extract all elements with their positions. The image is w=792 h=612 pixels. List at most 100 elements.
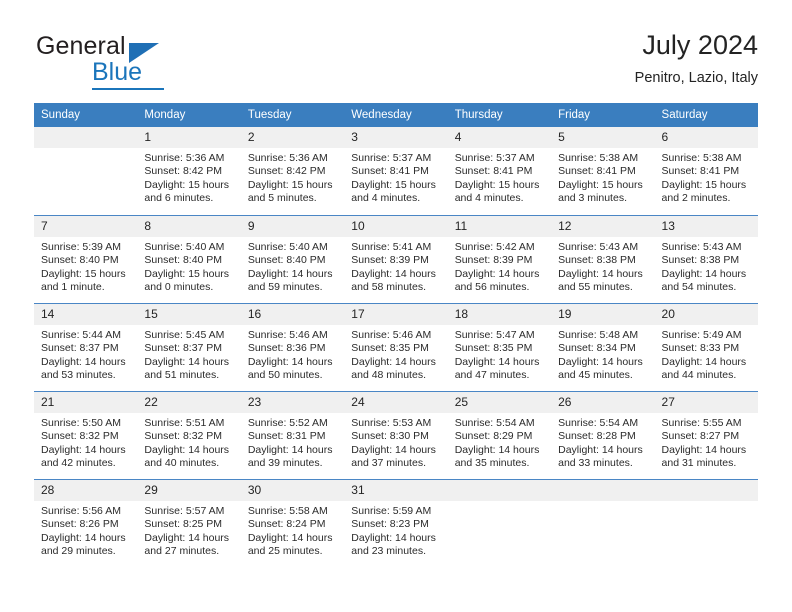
calendar-day-cell[interactable]: 16 Sunrise: 5:46 AM Sunset: 8:36 PM Dayligh… — [240, 303, 345, 391]
calendar-day-cell[interactable] — [654, 479, 758, 567]
sunrise-time: Sunrise: 5:36 AM — [247, 152, 328, 164]
daylight-duration-cont: and 6 minutes. — [144, 191, 214, 204]
brand-logo[interactable]: General Blue — [34, 32, 264, 90]
calendar-day-cell[interactable]: 30 Sunrise: 5:58 AM Sunset: 8:24 PM Dayligh… — [240, 479, 345, 567]
sunrise-time: Sunrise: 5:40 AM — [144, 241, 225, 253]
day-details: Sunrise: 5:40 AM Sunset: 8:40 PM Daylight:… — [241, 237, 344, 294]
calendar-day-cell[interactable]: 1 Sunrise: 5:36 AM Sunset: 8:42 PM Daylight… — [137, 127, 241, 215]
daylight-duration-cont: and 59 minutes. — [247, 280, 323, 293]
calendar-day-cell[interactable]: 13 Sunrise: 5:43 AM Sunset: 8:38 PM Dayligh… — [654, 215, 758, 303]
day-details: Sunrise: 5:52 AM Sunset: 8:31 PM Daylight:… — [241, 413, 344, 470]
calendar-day-cell[interactable]: 23 Sunrise: 5:52 AM Sunset: 8:31 PM Dayligh… — [240, 391, 345, 479]
calendar-body: 1 Sunrise: 5:36 AM Sunset: 8:42 PM Daylight… — [34, 127, 758, 567]
daylight-duration: Daylight: 14 hours — [144, 355, 230, 368]
sunset-time: Sunset: 8:40 PM — [247, 254, 326, 267]
day-number: 4 — [447, 127, 552, 148]
calendar-day-cell[interactable]: 17 Sunrise: 5:46 AM Sunset: 8:35 PM Dayligh… — [344, 303, 448, 391]
calendar-day-cell[interactable]: 15 Sunrise: 5:45 AM Sunset: 8:37 PM Dayligh… — [137, 303, 241, 391]
calendar-day-cell[interactable]: 22 Sunrise: 5:51 AM Sunset: 8:32 PM Dayligh… — [137, 391, 241, 479]
calendar-day-cell[interactable]: 20 Sunrise: 5:49 AM Sunset: 8:33 PM Dayligh… — [654, 303, 758, 391]
daylight-duration: Daylight: 14 hours — [41, 355, 126, 368]
daylight-duration: Daylight: 15 hours — [247, 178, 333, 191]
sunset-time: Sunset: 8:37 PM — [41, 342, 119, 355]
sunset-time: Sunset: 8:33 PM — [661, 342, 740, 355]
sunrise-time: Sunrise: 5:38 AM — [661, 152, 742, 164]
calendar-day-cell[interactable]: 6 Sunrise: 5:38 AM Sunset: 8:41 PM Daylight… — [654, 127, 758, 215]
day-details: Sunrise: 5:50 AM Sunset: 8:32 PM Daylight:… — [34, 413, 137, 470]
sunset-time: Sunset: 8:35 PM — [351, 342, 429, 355]
day-details: Sunrise: 5:36 AM Sunset: 8:42 PM Daylight:… — [137, 148, 240, 205]
day-number: 26 — [551, 392, 655, 413]
daylight-duration-cont: and 50 minutes. — [247, 368, 323, 381]
calendar-day-cell[interactable]: 10 Sunrise: 5:41 AM Sunset: 8:39 PM Dayligh… — [344, 215, 448, 303]
day-number: 3 — [344, 127, 448, 148]
daylight-duration: Daylight: 14 hours — [41, 443, 126, 456]
calendar-day-cell[interactable]: 25 Sunrise: 5:54 AM Sunset: 8:29 PM Dayligh… — [447, 391, 552, 479]
sunset-time: Sunset: 8:42 PM — [247, 165, 326, 178]
daylight-duration: Daylight: 14 hours — [144, 443, 230, 456]
calendar-day-cell[interactable]: 31 Sunrise: 5:59 AM Sunset: 8:23 PM Dayligh… — [344, 479, 448, 567]
day-number — [551, 480, 655, 501]
day-details: Sunrise: 5:54 AM Sunset: 8:28 PM Daylight:… — [551, 413, 654, 470]
calendar-day-cell[interactable] — [551, 479, 655, 567]
daylight-duration-cont: and 53 minutes. — [41, 368, 116, 381]
sunset-time: Sunset: 8:27 PM — [661, 430, 740, 443]
sunrise-time: Sunrise: 5:38 AM — [558, 152, 639, 164]
daylight-duration: Daylight: 15 hours — [661, 178, 747, 191]
calendar-day-cell[interactable]: 7 Sunrise: 5:39 AM Sunset: 8:40 PM Daylight… — [34, 215, 138, 303]
calendar-day-cell[interactable]: 11 Sunrise: 5:42 AM Sunset: 8:39 PM Dayligh… — [447, 215, 552, 303]
calendar-day-cell[interactable]: 29 Sunrise: 5:57 AM Sunset: 8:25 PM Dayligh… — [137, 479, 241, 567]
day-details: Sunrise: 5:46 AM Sunset: 8:35 PM Daylight:… — [344, 325, 447, 382]
day-number: 9 — [240, 216, 345, 237]
calendar-day-cell[interactable]: 26 Sunrise: 5:54 AM Sunset: 8:28 PM Dayligh… — [551, 391, 655, 479]
sunrise-time: Sunrise: 5:36 AM — [144, 152, 225, 164]
daylight-duration: Daylight: 14 hours — [351, 267, 436, 280]
daylight-duration-cont: and 4 minutes. — [351, 191, 421, 204]
sunset-time: Sunset: 8:38 PM — [661, 254, 740, 267]
daylight-duration: Daylight: 14 hours — [558, 355, 643, 368]
day-number: 16 — [240, 304, 345, 325]
daylight-duration: Daylight: 14 hours — [144, 531, 230, 544]
calendar-day-cell[interactable]: 19 Sunrise: 5:48 AM Sunset: 8:34 PM Dayligh… — [551, 303, 655, 391]
day-number: 13 — [654, 216, 758, 237]
day-number: 19 — [551, 304, 655, 325]
calendar-day-cell[interactable]: 12 Sunrise: 5:43 AM Sunset: 8:38 PM Dayligh… — [551, 215, 655, 303]
calendar-day-cell[interactable]: 2 Sunrise: 5:36 AM Sunset: 8:42 PM Daylight… — [240, 127, 345, 215]
calendar-day-cell[interactable]: 5 Sunrise: 5:38 AM Sunset: 8:41 PM Daylight… — [551, 127, 655, 215]
day-number: 23 — [240, 392, 345, 413]
calendar-day-cell[interactable] — [447, 479, 552, 567]
calendar-day-cell[interactable]: 21 Sunrise: 5:50 AM Sunset: 8:32 PM Dayligh… — [34, 391, 138, 479]
sunrise-time: Sunrise: 5:56 AM — [41, 505, 121, 517]
day-number: 10 — [344, 216, 448, 237]
day-number: 5 — [551, 127, 655, 148]
daylight-duration-cont: and 1 minute. — [41, 280, 105, 293]
calendar-day-cell[interactable]: 3 Sunrise: 5:37 AM Sunset: 8:41 PM Daylight… — [344, 127, 448, 215]
day-details: Sunrise: 5:48 AM Sunset: 8:34 PM Daylight:… — [551, 325, 654, 382]
calendar-day-cell[interactable]: 27 Sunrise: 5:55 AM Sunset: 8:27 PM Dayligh… — [654, 391, 758, 479]
calendar-day-cell[interactable]: 8 Sunrise: 5:40 AM Sunset: 8:40 PM Daylight… — [137, 215, 241, 303]
day-number: 31 — [344, 480, 448, 501]
daylight-duration: Daylight: 15 hours — [454, 178, 540, 191]
day-details: Sunrise: 5:56 AM Sunset: 8:26 PM Daylight:… — [34, 501, 137, 558]
sunset-time: Sunset: 8:30 PM — [351, 430, 429, 443]
sunset-time: Sunset: 8:28 PM — [558, 430, 636, 443]
calendar-day-cell[interactable]: 4 Sunrise: 5:37 AM Sunset: 8:41 PM Daylight… — [447, 127, 552, 215]
calendar-day-cell[interactable]: 9 Sunrise: 5:40 AM Sunset: 8:40 PM Daylight… — [240, 215, 345, 303]
page-subtitle: Penitro, Lazio, Italy — [634, 70, 758, 86]
sunset-time: Sunset: 8:38 PM — [558, 254, 636, 267]
calendar-day-cell[interactable]: 28 Sunrise: 5:56 AM Sunset: 8:26 PM Dayligh… — [34, 479, 138, 567]
day-number: 21 — [34, 392, 138, 413]
calendar-day-cell[interactable] — [34, 127, 138, 215]
day-details: Sunrise: 5:57 AM Sunset: 8:25 PM Daylight:… — [137, 501, 240, 558]
brand-name-general: General — [36, 32, 126, 60]
day-number: 15 — [137, 304, 241, 325]
sunrise-time: Sunrise: 5:54 AM — [558, 417, 639, 429]
weekday-header-monday: Monday — [137, 103, 241, 127]
calendar-day-cell[interactable]: 18 Sunrise: 5:47 AM Sunset: 8:35 PM Dayligh… — [447, 303, 552, 391]
calendar-week-row: 7 Sunrise: 5:39 AM Sunset: 8:40 PM Daylight… — [34, 215, 758, 303]
calendar-day-cell[interactable]: 14 Sunrise: 5:44 AM Sunset: 8:37 PM Dayligh… — [34, 303, 138, 391]
daylight-duration-cont: and 51 minutes. — [144, 368, 220, 381]
calendar-day-cell[interactable]: 24 Sunrise: 5:53 AM Sunset: 8:30 PM Dayligh… — [344, 391, 448, 479]
daylight-duration: Daylight: 15 hours — [351, 178, 436, 191]
calendar-page: General Blue July 2024 Penitro, Lazio, I… — [0, 0, 792, 612]
